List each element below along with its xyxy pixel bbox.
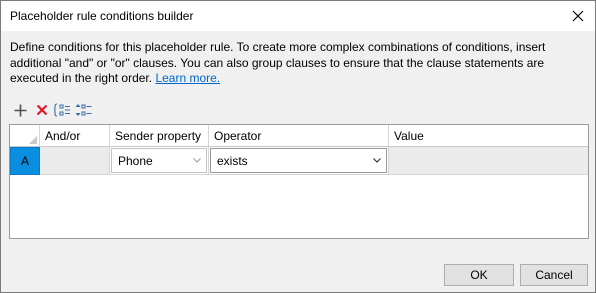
sender-property-value: Phone (118, 154, 153, 168)
sender-property-dropdown[interactable]: Phone (111, 148, 207, 173)
operator-value: exists (217, 154, 248, 168)
column-header-and-or[interactable]: And/or (40, 125, 110, 147)
column-header-operator[interactable]: Operator (209, 125, 389, 147)
move-clause-icon (75, 104, 92, 116)
column-header-value[interactable]: Value (389, 125, 588, 147)
sender-property-cell[interactable]: Phone (110, 147, 209, 175)
row-header[interactable]: A (10, 147, 40, 175)
conditions-builder-dialog: Placeholder rule conditions builder Defi… (0, 0, 596, 293)
move-clause-button[interactable] (74, 101, 93, 119)
chevron-down-icon (373, 158, 381, 163)
add-clause-button[interactable] (11, 101, 30, 119)
group-clauses-icon (54, 103, 70, 117)
select-all-corner[interactable] (10, 125, 40, 147)
delete-clause-button[interactable] (32, 101, 51, 119)
ok-button[interactable]: OK (444, 264, 514, 286)
window-title: Placeholder rule conditions builder (10, 9, 194, 23)
close-icon (572, 10, 584, 22)
group-clauses-button[interactable] (53, 101, 72, 119)
operator-cell[interactable]: exists (209, 147, 389, 175)
corner-triangle-icon (29, 136, 37, 144)
close-button[interactable] (561, 1, 595, 31)
toolbar (11, 101, 93, 119)
add-icon (14, 104, 27, 116)
and-or-cell[interactable] (40, 147, 110, 175)
grid-header: And/or Sender property Operator Value (10, 125, 588, 147)
cancel-button[interactable]: Cancel (520, 264, 588, 286)
table-row[interactable]: A Phone exists (10, 147, 588, 175)
delete-icon (36, 104, 47, 116)
description: Define conditions for this placeholder r… (10, 40, 586, 87)
column-header-sender-property[interactable]: Sender property (110, 125, 209, 147)
description-text: Define conditions for this placeholder r… (10, 40, 546, 85)
learn-more-link[interactable]: Learn more. (155, 71, 220, 85)
chevron-down-icon (193, 158, 201, 163)
operator-dropdown[interactable]: exists (210, 148, 387, 173)
title-bar: Placeholder rule conditions builder (1, 1, 595, 31)
value-cell[interactable] (389, 147, 588, 175)
conditions-grid: And/or Sender property Operator Value A … (9, 124, 589, 239)
